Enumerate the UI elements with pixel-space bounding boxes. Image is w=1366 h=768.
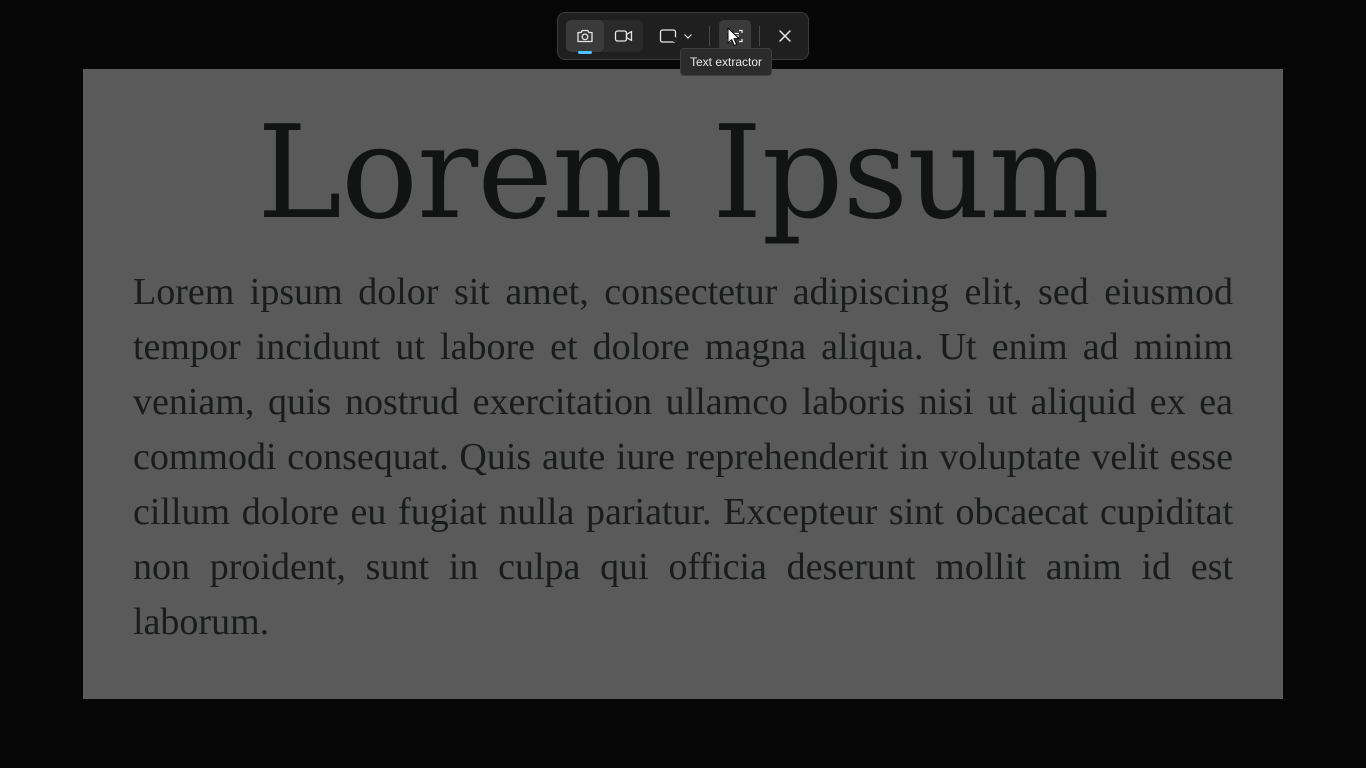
document-body-text: Lorem ipsum dolor sit amet, consectetur …: [133, 271, 1233, 643]
screenshot-mode-button[interactable]: [566, 20, 604, 54]
rectangle-snip-icon: [659, 29, 677, 43]
document-title: Lorem Ipsum: [256, 99, 1110, 248]
close-button[interactable]: [769, 20, 801, 52]
tooltip: Text extractor: [680, 48, 772, 76]
video-camera-icon: [614, 30, 633, 42]
active-indicator: [578, 51, 592, 54]
mouse-pointer-icon: [727, 27, 740, 46]
chevron-down-icon: [684, 34, 692, 39]
toolbar-separator: [759, 26, 760, 46]
snipping-overlay[interactable]: Lorem Ipsum Lorem ipsum dolor sit amet, …: [0, 0, 1366, 768]
close-icon: [779, 30, 791, 42]
captured-content[interactable]: Lorem Ipsum Lorem ipsum dolor sit amet, …: [83, 69, 1283, 699]
record-mode-button[interactable]: [605, 20, 643, 52]
camera-icon: [577, 29, 593, 43]
toolbar-separator: [709, 26, 710, 46]
